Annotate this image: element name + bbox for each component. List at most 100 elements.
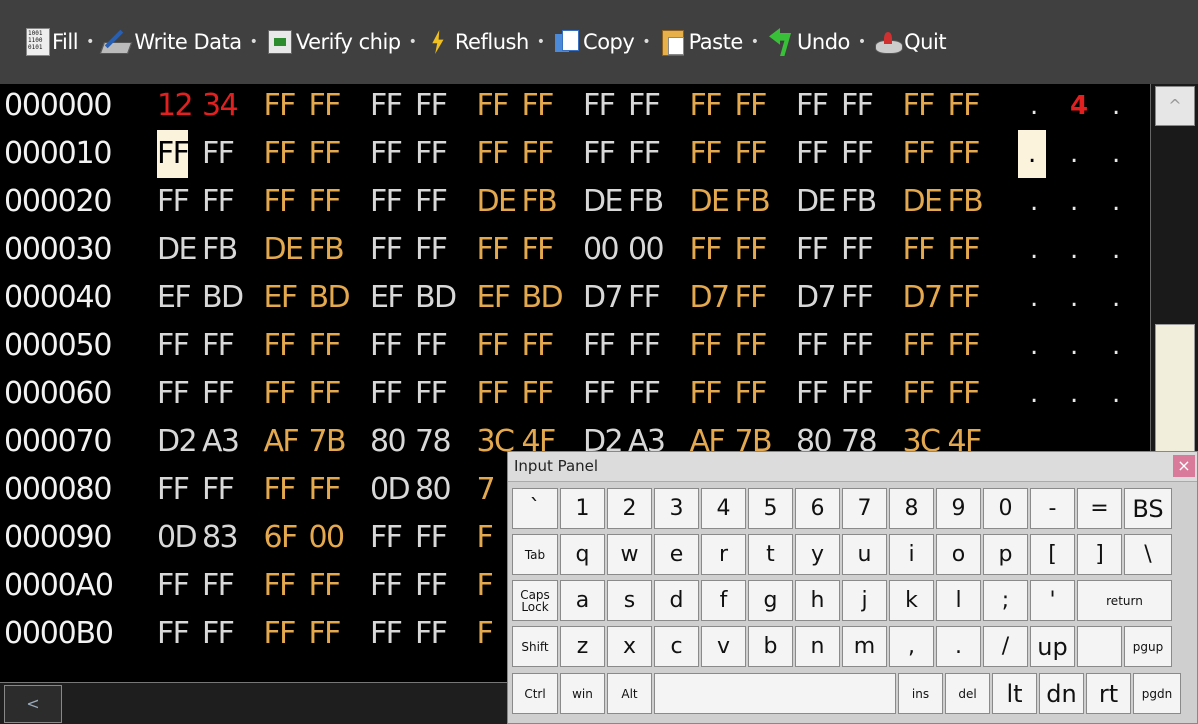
hex-byte[interactable]: FF xyxy=(415,370,448,418)
hex-byte[interactable]: FF xyxy=(690,82,723,130)
hex-byte[interactable]: D2 xyxy=(157,418,198,466)
ascii-char[interactable]: . xyxy=(1070,178,1078,226)
hex-byte[interactable]: FF xyxy=(157,178,190,226)
key-bs[interactable]: BS xyxy=(1124,488,1172,529)
key-left-bracket[interactable]: [ xyxy=(1030,534,1075,575)
hex-byte[interactable]: FF xyxy=(370,82,403,130)
hex-byte[interactable]: FB xyxy=(522,178,558,226)
hex-byte[interactable]: BD xyxy=(202,274,244,322)
key-rt[interactable]: rt xyxy=(1086,673,1131,714)
hex-byte[interactable]: 0D xyxy=(157,514,198,562)
hex-byte[interactable]: EF xyxy=(264,274,299,322)
hex-byte[interactable]: FF xyxy=(370,322,403,370)
hex-byte[interactable]: FF xyxy=(309,562,342,610)
hex-byte[interactable]: FF xyxy=(415,322,448,370)
key-w[interactable]: w xyxy=(607,534,652,575)
hex-byte[interactable]: FF xyxy=(628,370,661,418)
input-panel[interactable]: Input Panel × ` 1 2 3 4 5 6 7 8 9 0- = BS Tab q w e r t y u i… xyxy=(507,451,1198,724)
hex-byte[interactable]: FF xyxy=(948,82,981,130)
hex-byte[interactable]: FF xyxy=(157,130,190,178)
quit-button[interactable]: Quit xyxy=(874,28,947,56)
hex-byte[interactable]: FF xyxy=(522,226,555,274)
hex-byte[interactable]: FF xyxy=(735,130,768,178)
hex-byte[interactable]: FF xyxy=(309,178,342,226)
hex-byte[interactable]: FF xyxy=(157,562,190,610)
hex-byte[interactable]: FF xyxy=(948,274,981,322)
hex-byte[interactable]: FF xyxy=(583,370,616,418)
copy-button[interactable]: Copy xyxy=(553,28,635,56)
scroll-up-button[interactable]: ^ xyxy=(1155,86,1195,126)
hex-byte[interactable]: FF xyxy=(903,82,936,130)
key-a[interactable]: a xyxy=(560,580,605,621)
hex-byte[interactable]: FF xyxy=(796,82,829,130)
key-space[interactable] xyxy=(654,673,896,714)
key-comma[interactable]: , xyxy=(889,626,934,667)
hex-byte[interactable]: FF xyxy=(157,466,190,514)
hex-byte[interactable]: FF xyxy=(264,322,297,370)
hex-byte[interactable]: FF xyxy=(583,82,616,130)
hex-byte[interactable]: BD xyxy=(415,274,457,322)
key-6[interactable]: 6 xyxy=(795,488,840,529)
key-k[interactable]: k xyxy=(889,580,934,621)
key-minus[interactable]: - xyxy=(1030,488,1075,529)
hex-byte[interactable]: EF xyxy=(370,274,405,322)
hex-byte[interactable]: AF xyxy=(264,418,300,466)
key-pgup[interactable]: pgup xyxy=(1124,626,1172,667)
hex-byte[interactable]: FF xyxy=(690,370,723,418)
key-quote[interactable]: ' xyxy=(1030,580,1075,621)
hex-byte[interactable]: 0D xyxy=(370,466,411,514)
key-4[interactable]: 4 xyxy=(701,488,746,529)
hex-byte[interactable]: FF xyxy=(477,82,510,130)
hex-byte[interactable]: DE xyxy=(583,178,623,226)
hex-byte[interactable]: FF xyxy=(370,130,403,178)
scroll-left-button[interactable]: < xyxy=(4,685,62,723)
hex-byte[interactable]: FF xyxy=(903,226,936,274)
hex-byte[interactable]: FF xyxy=(202,610,235,658)
hex-byte[interactable]: 80 xyxy=(370,418,407,466)
hex-byte[interactable]: D7 xyxy=(903,274,944,322)
ascii-char[interactable]: . xyxy=(1070,370,1078,418)
hex-byte[interactable]: FF xyxy=(841,130,874,178)
hex-byte[interactable]: FF xyxy=(309,130,342,178)
hex-byte[interactable]: FF xyxy=(370,514,403,562)
hex-byte[interactable]: FF xyxy=(628,130,661,178)
key-e[interactable]: e xyxy=(654,534,699,575)
ascii-char[interactable]: . xyxy=(1030,82,1038,130)
hex-byte[interactable]: FF xyxy=(202,130,235,178)
key-7[interactable]: 7 xyxy=(842,488,887,529)
ascii-char[interactable]: . xyxy=(1030,274,1038,322)
key-backslash[interactable]: \ xyxy=(1124,534,1172,575)
ascii-char[interactable]: . xyxy=(1018,130,1047,178)
hex-byte[interactable]: FF xyxy=(264,130,297,178)
hex-byte[interactable]: FF xyxy=(202,178,235,226)
key-ins[interactable]: ins xyxy=(898,673,943,714)
key-caps-lock[interactable]: Caps Lock xyxy=(512,580,558,621)
hex-byte[interactable]: FF xyxy=(370,178,403,226)
hex-byte[interactable]: FF xyxy=(415,82,448,130)
ascii-char[interactable]: . xyxy=(1030,178,1038,226)
hex-byte[interactable]: FF xyxy=(841,370,874,418)
key-i[interactable]: i xyxy=(889,534,934,575)
key-return[interactable]: return xyxy=(1077,580,1172,621)
hex-byte[interactable]: FF xyxy=(948,226,981,274)
hex-byte[interactable]: FF xyxy=(841,226,874,274)
hex-byte[interactable]: FF xyxy=(264,370,297,418)
hex-byte[interactable]: FF xyxy=(948,322,981,370)
hex-byte[interactable]: FF xyxy=(477,226,510,274)
key-x[interactable]: x xyxy=(607,626,652,667)
hex-byte[interactable]: FF xyxy=(415,178,448,226)
hex-byte[interactable]: DE xyxy=(157,226,197,274)
hex-byte[interactable]: FF xyxy=(735,370,768,418)
key-z[interactable]: z xyxy=(560,626,605,667)
hex-byte[interactable]: 83 xyxy=(202,514,239,562)
key-c[interactable]: c xyxy=(654,626,699,667)
hex-byte[interactable]: FF xyxy=(735,274,768,322)
key-9[interactable]: 9 xyxy=(936,488,981,529)
ascii-char[interactable]: . xyxy=(1030,370,1038,418)
hex-byte[interactable]: FF xyxy=(522,322,555,370)
hex-byte[interactable]: FF xyxy=(370,226,403,274)
hex-byte[interactable]: 00 xyxy=(583,226,620,274)
ascii-char[interactable]: . xyxy=(1070,274,1078,322)
hex-byte[interactable]: FF xyxy=(309,610,342,658)
hex-byte[interactable]: FF xyxy=(309,466,342,514)
